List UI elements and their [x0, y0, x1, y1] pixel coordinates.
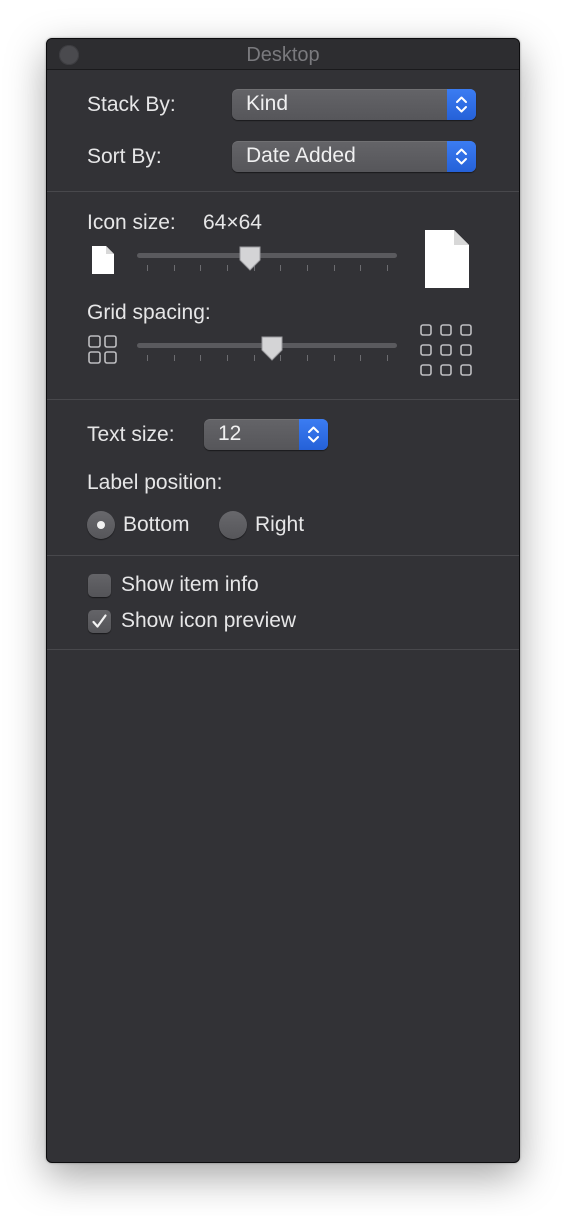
window-title: Desktop [246, 44, 320, 66]
large-document-icon [425, 230, 469, 288]
view-options-window: Desktop Stack By: Kind Sort By: Date Add… [46, 38, 520, 1163]
slider-tick [360, 355, 362, 361]
stack-by-label: Stack By: [87, 93, 176, 116]
sort-by-label: Sort By: [87, 145, 162, 168]
slider-tick [200, 355, 202, 361]
icon-size-slider-track[interactable] [137, 253, 397, 258]
radio-right-label[interactable]: Right [255, 513, 304, 537]
label-position-label: Label position: [87, 471, 223, 494]
slider-tick [173, 265, 175, 271]
icon-size-label: Icon size: [87, 211, 176, 234]
radio-bottom-label[interactable]: Bottom [123, 513, 190, 537]
tight-grid-icon [88, 335, 117, 364]
stack-by-value: Kind [246, 92, 289, 115]
slider-tick [280, 265, 282, 271]
stack-by-popup[interactable]: Kind [232, 89, 476, 120]
slider-tick [227, 355, 228, 361]
slider-tick [147, 355, 148, 361]
slider-tick [333, 265, 335, 271]
slider-tick [173, 355, 175, 361]
text-size-value: 12 [218, 422, 242, 445]
wide-grid-icon [420, 324, 472, 376]
icon-size-slider-thumb[interactable] [238, 246, 262, 271]
text-size-label: Text size: [87, 423, 175, 446]
grid-spacing-label: Grid spacing: [87, 301, 211, 324]
radio-bottom[interactable] [87, 511, 115, 539]
checkmark-icon [92, 614, 107, 628]
separator [47, 649, 519, 650]
separator [47, 399, 519, 400]
slider-tick [333, 355, 335, 361]
title-bar[interactable]: Desktop [47, 39, 519, 70]
slider-tick [227, 265, 228, 271]
show-icon-preview-label[interactable]: Show icon preview [121, 609, 296, 633]
slider-tick [307, 265, 308, 271]
show-item-info-checkbox[interactable] [88, 574, 111, 597]
radio-right[interactable] [219, 511, 247, 539]
slider-tick [387, 355, 388, 361]
show-item-info-label[interactable]: Show item info [121, 573, 259, 597]
slider-tick [147, 265, 148, 271]
slider-tick [360, 265, 362, 271]
chevron-updown-icon [447, 141, 476, 172]
radio-selected-dot [97, 521, 105, 529]
separator [47, 191, 519, 192]
grid-spacing-slider-thumb[interactable] [260, 336, 284, 361]
slider-tick [307, 355, 308, 361]
slider-tick [387, 265, 388, 271]
show-icon-preview-checkbox[interactable] [88, 610, 111, 633]
small-document-icon [92, 246, 114, 274]
slider-tick [253, 355, 255, 361]
chevron-updown-icon [447, 89, 476, 120]
sort-by-value: Date Added [246, 144, 356, 167]
chevron-updown-icon [299, 419, 328, 450]
text-size-popup[interactable]: 12 [204, 419, 328, 450]
icon-size-value: 64×64 [203, 211, 262, 234]
sort-by-popup[interactable]: Date Added [232, 141, 476, 172]
separator [47, 555, 519, 556]
slider-tick [200, 265, 202, 271]
